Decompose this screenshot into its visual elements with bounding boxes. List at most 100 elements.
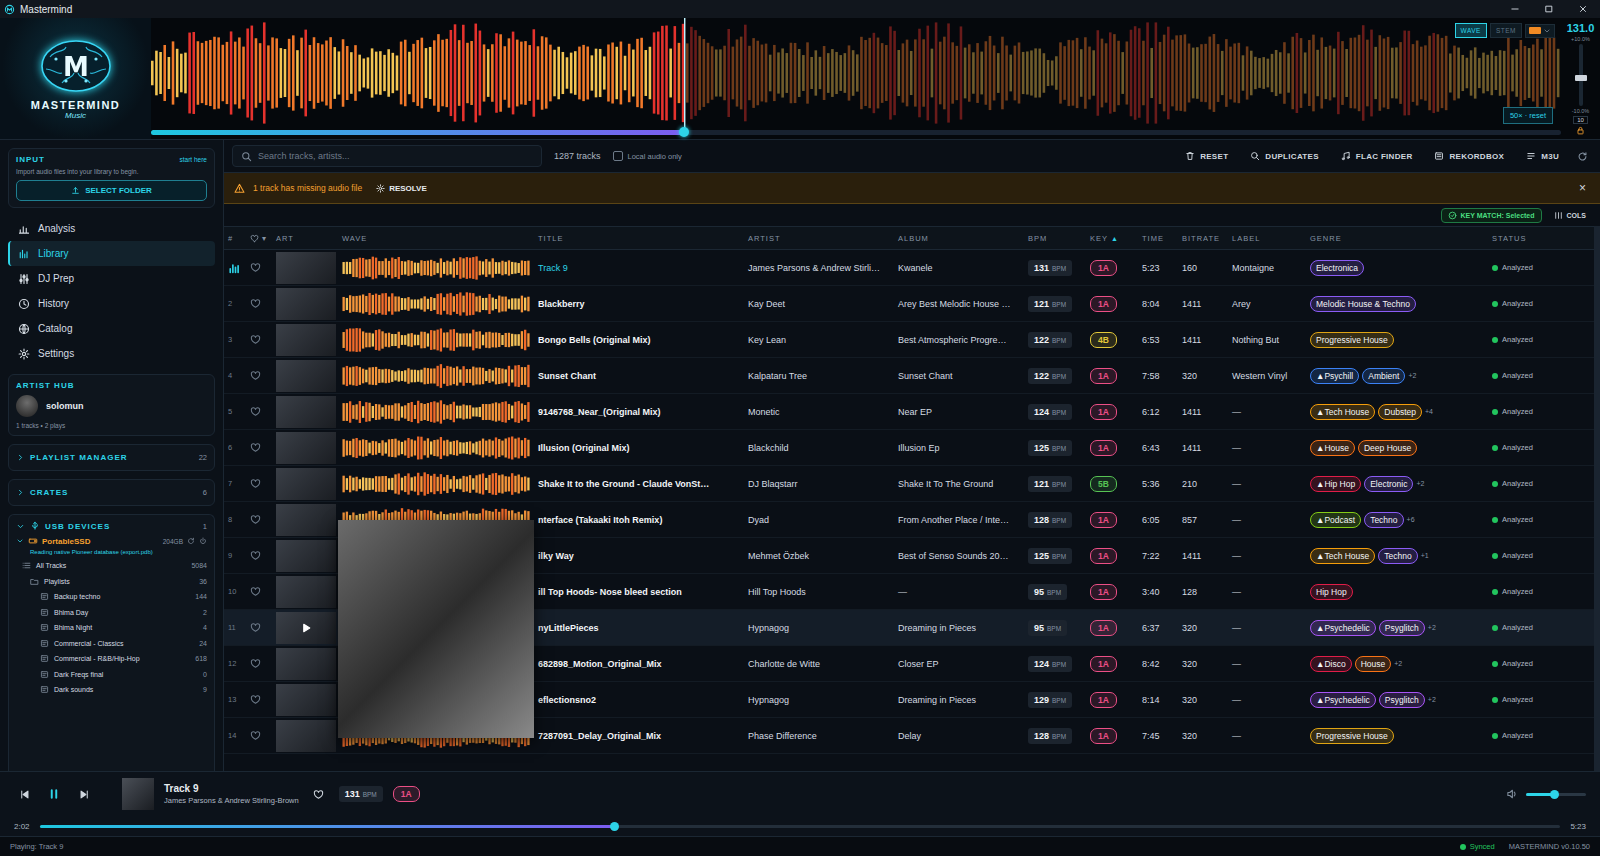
genre-tag[interactable]: Dubstep: [1378, 404, 1422, 420]
more-tags[interactable]: +2: [1428, 696, 1436, 703]
like-button[interactable]: [246, 442, 272, 453]
seek-bar[interactable]: [40, 825, 1561, 828]
view-mode-button[interactable]: WAVE: [1455, 23, 1487, 38]
column-header[interactable]: ALBUM: [894, 234, 1024, 243]
like-button[interactable]: [246, 658, 272, 669]
table-row[interactable]: 2 Blackberry Kay Deet Arey Best Melodic …: [224, 286, 1594, 322]
genre-tag[interactable]: Electronica: [1310, 260, 1364, 276]
column-header[interactable]: ART: [272, 234, 338, 243]
usb-item[interactable]: Bhima Night 4: [16, 620, 207, 636]
genre-tag[interactable]: Hip Hop: [1310, 584, 1353, 600]
like-button[interactable]: [246, 478, 272, 489]
dismiss-button[interactable]: ×: [1575, 181, 1590, 195]
toolbar-button[interactable]: M3U: [1518, 147, 1567, 165]
genre-tag[interactable]: Progressive House: [1310, 332, 1394, 348]
like-button[interactable]: [246, 298, 272, 309]
usb-item[interactable]: Backup techno 144: [16, 589, 207, 605]
resolve-button[interactable]: RESOLVE: [376, 184, 427, 193]
table-row[interactable]: 5 9146768_Near_(Original Mix) Monetic Ne…: [224, 394, 1594, 430]
more-tags[interactable]: +6: [1407, 516, 1415, 523]
collapsible-panel[interactable]: CRATES 6: [8, 479, 215, 506]
column-header[interactable]: ▾: [246, 234, 272, 243]
column-header[interactable]: BPM: [1024, 234, 1086, 243]
pitch-slider[interactable]: [1579, 44, 1583, 106]
more-tags[interactable]: +2: [1408, 372, 1416, 379]
sidebar-item[interactable]: Settings: [8, 341, 215, 366]
genre-tag[interactable]: House: [1355, 656, 1392, 672]
genre-tag[interactable]: Deep House: [1358, 440, 1417, 456]
key-match-button[interactable]: KEY MATCH: Selected: [1441, 208, 1542, 223]
view-mode-button[interactable]: STEM: [1490, 23, 1522, 38]
genre-tag[interactable]: Electronic: [1364, 476, 1413, 492]
toolbar-button[interactable]: DUPLICATES: [1242, 147, 1327, 165]
table-row[interactable]: Track 9 James Parsons & Andrew Stirli… K…: [224, 250, 1594, 286]
like-button[interactable]: [309, 784, 329, 804]
genre-tag[interactable]: ▲Hip Hop: [1310, 476, 1361, 492]
pitch-range[interactable]: 10: [1573, 116, 1588, 124]
like-button[interactable]: [246, 262, 272, 273]
volume-slider[interactable]: [1526, 793, 1586, 796]
refresh-button[interactable]: [1573, 147, 1592, 166]
column-header[interactable]: KEY ▲: [1086, 234, 1138, 243]
genre-tag[interactable]: ▲Psychedelic: [1310, 620, 1376, 636]
playhead[interactable]: [684, 18, 685, 128]
color-picker[interactable]: [1525, 24, 1555, 38]
column-header[interactable]: GENRE: [1306, 234, 1488, 243]
genre-tag[interactable]: ▲Psychedelic: [1310, 692, 1376, 708]
local-only-toggle[interactable]: Local audio only: [613, 151, 682, 161]
table-row[interactable]: 6 Illusion (Original Mix) Blackchild Ill…: [224, 430, 1594, 466]
sidebar-item[interactable]: Library: [8, 241, 215, 266]
maximize-button[interactable]: [1532, 0, 1566, 18]
column-header[interactable]: BITRATE: [1178, 234, 1228, 243]
usb-item[interactable]: All Tracks 5084: [16, 558, 207, 574]
column-header[interactable]: #: [224, 234, 246, 243]
usb-device[interactable]: PortableSSD 204GB: [16, 536, 207, 546]
local-only-checkbox[interactable]: [613, 151, 623, 161]
like-button[interactable]: [246, 406, 272, 417]
more-tags[interactable]: +1: [1421, 552, 1429, 559]
previous-button[interactable]: [14, 784, 34, 804]
next-button[interactable]: [74, 784, 94, 804]
more-tags[interactable]: +2: [1394, 660, 1402, 667]
more-tags[interactable]: +2: [1416, 480, 1424, 487]
columns-button[interactable]: COLS: [1550, 209, 1590, 222]
search-field[interactable]: [232, 145, 542, 167]
sidebar-item[interactable]: Analysis: [8, 216, 215, 241]
overview-waveform[interactable]: [151, 18, 1561, 128]
genre-tag[interactable]: ▲Psychill: [1310, 368, 1359, 384]
like-button[interactable]: [246, 622, 272, 633]
like-button[interactable]: [246, 730, 272, 741]
usb-header[interactable]: USB DEVICES 1: [16, 521, 207, 531]
minimize-button[interactable]: [1498, 0, 1532, 18]
genre-tag[interactable]: ▲Disco: [1310, 656, 1352, 672]
genre-tag[interactable]: Techno: [1378, 548, 1417, 564]
column-header[interactable]: ARTIST: [744, 234, 894, 243]
overview-progress[interactable]: [151, 130, 1561, 135]
zoom-reset-button[interactable]: 50× · reset: [1503, 107, 1553, 124]
column-header[interactable]: STATUS: [1488, 234, 1578, 243]
genre-tag[interactable]: ▲Tech House: [1310, 404, 1375, 420]
close-button[interactable]: [1566, 0, 1600, 18]
column-header[interactable]: LABEL: [1228, 234, 1306, 243]
column-header[interactable]: WAVE: [338, 234, 534, 243]
sidebar-item[interactable]: Catalog: [8, 316, 215, 341]
genre-tag[interactable]: Techno: [1364, 512, 1403, 528]
more-tags[interactable]: +4: [1425, 408, 1433, 415]
usb-item[interactable]: Commercial - R&B/Hip-Hop 618: [16, 651, 207, 667]
more-tags[interactable]: +2: [1428, 624, 1436, 631]
toolbar-button[interactable]: RESET: [1177, 147, 1236, 165]
genre-tag[interactable]: ▲Podcast: [1310, 512, 1361, 528]
like-button[interactable]: [246, 370, 272, 381]
artist-item[interactable]: solomun: [16, 395, 207, 417]
usb-item[interactable]: Playlists 36: [16, 574, 207, 590]
genre-tag[interactable]: ▲House: [1310, 440, 1355, 456]
usb-item[interactable]: Dark Freqs final 0: [16, 667, 207, 683]
table-row[interactable]: 4 Sunset Chant Kalpataru Tree Sunset Cha…: [224, 358, 1594, 394]
like-button[interactable]: [246, 694, 272, 705]
genre-tag[interactable]: Melodic House & Techno: [1310, 296, 1416, 312]
collapsible-panel[interactable]: PLAYLIST MANAGER 22: [8, 444, 215, 471]
like-button[interactable]: [246, 334, 272, 345]
like-button[interactable]: [246, 514, 272, 525]
table-row[interactable]: 7 Shake It to the Ground - Claude VonSt……: [224, 466, 1594, 502]
column-header[interactable]: TITLE: [534, 234, 744, 243]
